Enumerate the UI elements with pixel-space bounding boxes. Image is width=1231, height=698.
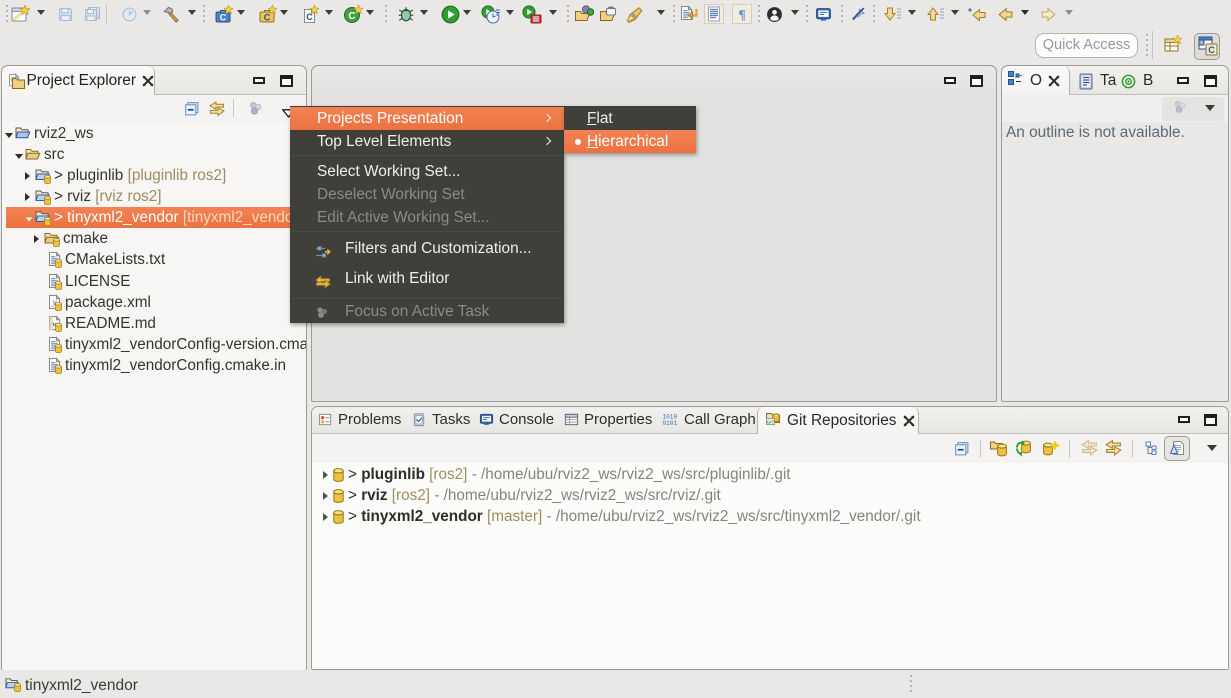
svg-text:C: C [1208,45,1215,55]
svg-text:C: C [348,11,355,22]
svg-text:¶: ¶ [738,8,746,23]
